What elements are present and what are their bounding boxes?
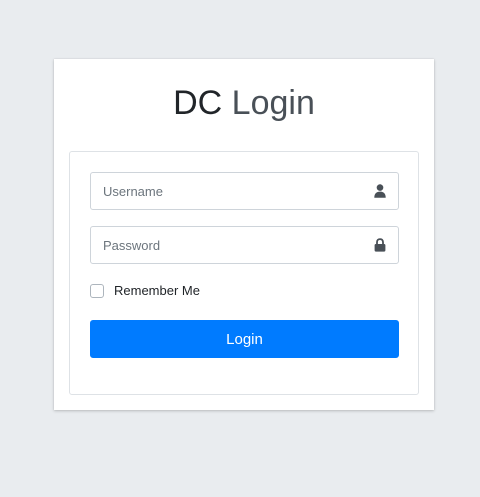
lock-icon: [362, 227, 398, 263]
login-button[interactable]: Login: [90, 320, 399, 358]
username-group: [90, 172, 399, 210]
password-group: [90, 226, 399, 264]
username-input[interactable]: [91, 173, 362, 209]
login-card: Remember Me Login: [69, 151, 419, 395]
login-logo: DC Login: [54, 83, 434, 123]
remember-label: Remember Me: [114, 283, 200, 298]
remember-me[interactable]: Remember Me: [90, 283, 200, 298]
login-box: DC Login Remember Me: [54, 59, 434, 410]
logo-title: Login: [231, 84, 315, 122]
password-input[interactable]: [91, 227, 362, 263]
user-icon: [362, 173, 398, 209]
logo-brand: DC: [173, 84, 223, 122]
remember-checkbox[interactable]: [90, 283, 104, 298]
